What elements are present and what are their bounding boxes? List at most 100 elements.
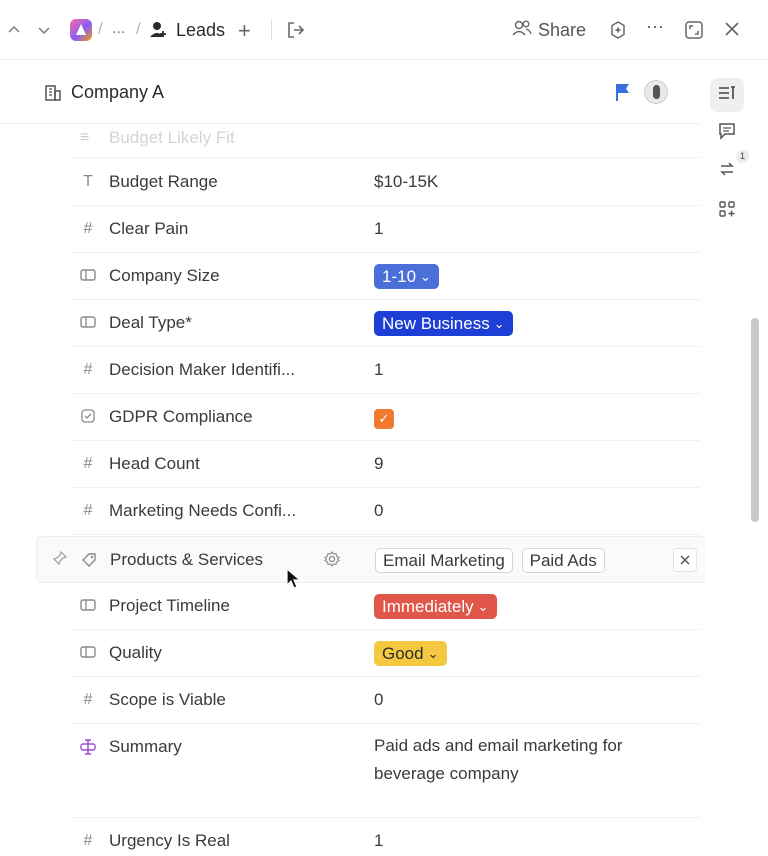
mouse-cursor-icon: [286, 567, 302, 595]
field-row-gdpr-compliance[interactable]: GDPR Compliance ✓: [72, 394, 700, 441]
field-row-decision-maker[interactable]: # Decision Maker Identifi... 1: [72, 347, 700, 394]
field-row-company-size[interactable]: Company Size 1-10 ⌄: [72, 253, 700, 300]
chevron-up-icon[interactable]: [4, 20, 24, 40]
field-value[interactable]: 1: [374, 831, 383, 851]
field-settings-gear-icon[interactable]: [324, 551, 340, 572]
field-row-deal-type[interactable]: Deal Type* New Business ⌄: [72, 300, 700, 347]
chevron-down-icon[interactable]: [34, 20, 54, 40]
expand-icon[interactable]: [684, 20, 704, 45]
pill-label: 1-10: [382, 267, 417, 286]
pill-label: Immediately: [382, 597, 474, 616]
number-icon: #: [83, 832, 93, 849]
field-name: Marketing Needs Confi...: [109, 501, 297, 520]
breadcrumb-separator: /: [98, 19, 103, 38]
field-name: Head Count: [109, 454, 200, 473]
field-value[interactable]: $10-15K: [374, 172, 438, 192]
dropdown-icon: [80, 645, 96, 661]
field-value[interactable]: Good ⌄: [374, 641, 447, 666]
custom-fields-list: ≡ Budget Likely Fit T Budget Range $10-1…: [0, 124, 705, 856]
field-value[interactable]: 1: [374, 360, 383, 380]
field-row-marketing-needs[interactable]: # Marketing Needs Confi... 0: [72, 488, 700, 535]
field-row-quality[interactable]: Quality Good ⌄: [72, 630, 700, 677]
field-row-products-services[interactable]: Products & Services Email Marketing Paid…: [36, 536, 705, 583]
field-name: Urgency Is Real: [109, 831, 230, 850]
breadcrumb-separator: /: [136, 19, 141, 38]
field-row-scope-viable[interactable]: # Scope is Viable 0: [72, 677, 700, 724]
more-options-icon[interactable]: ···: [646, 16, 664, 37]
record-header: Company A: [0, 60, 700, 124]
move-out-icon[interactable]: [286, 20, 306, 45]
priority-flag-icon[interactable]: [614, 82, 632, 107]
scrollbar-thumb[interactable]: [751, 318, 759, 522]
field-name: Project Timeline: [109, 596, 230, 615]
apps-panel-button[interactable]: [710, 194, 744, 228]
share-button[interactable]: Share: [512, 19, 586, 42]
add-apps-icon: [718, 200, 736, 223]
field-value[interactable]: 0: [374, 501, 383, 521]
deal-type-pill[interactable]: New Business ⌄: [374, 311, 513, 336]
field-row-head-count[interactable]: # Head Count 9: [72, 441, 700, 488]
field-value[interactable]: New Business ⌄: [374, 311, 513, 336]
field-name: Deal Type*: [109, 313, 192, 332]
breadcrumb-ellipsis[interactable]: ...: [112, 20, 125, 38]
field-row-clear-pain[interactable]: # Clear Pain 1: [72, 206, 700, 253]
add-icon[interactable]: +: [238, 18, 251, 44]
chevron-down-icon: ⌄: [477, 599, 489, 614]
label-tag[interactable]: Paid Ads: [521, 548, 605, 573]
dropdown-icon: [80, 315, 96, 331]
field-name: Products & Services: [110, 550, 264, 569]
details-panel-button[interactable]: [710, 78, 744, 112]
divider: [271, 20, 272, 40]
label-tag-icon: [81, 552, 97, 568]
record-title[interactable]: Company A: [71, 82, 164, 103]
pill-label: New Business: [382, 314, 490, 333]
company-size-pill[interactable]: 1-10 ⌄: [374, 264, 439, 289]
field-value[interactable]: 1: [374, 219, 383, 239]
field-name: Summary: [109, 737, 182, 756]
number-icon: #: [83, 691, 93, 708]
field-row-urgency[interactable]: # Urgency Is Real 1: [72, 818, 700, 856]
breadcrumb-current-list[interactable]: Leads: [176, 20, 225, 41]
clear-value-button[interactable]: [673, 548, 697, 572]
field-name: Budget Likely Fit: [109, 128, 235, 147]
text-icon: ≡: [80, 129, 90, 146]
gdpr-checkbox[interactable]: ✓: [374, 409, 394, 429]
chevron-down-icon: ⌄: [493, 316, 505, 331]
field-name: Budget Range: [109, 172, 218, 191]
field-name: GDPR Compliance: [109, 407, 253, 426]
summary-value[interactable]: Paid ads and email marketing for beverag…: [374, 732, 674, 788]
app-logo-icon[interactable]: [70, 19, 92, 41]
field-value[interactable]: Immediately ⌄: [374, 594, 497, 619]
pill-label: Good: [382, 644, 424, 663]
share-users-icon: [512, 19, 532, 42]
field-value[interactable]: 9: [374, 454, 383, 474]
project-timeline-pill[interactable]: Immediately ⌄: [374, 594, 497, 619]
field-value[interactable]: 1-10 ⌄: [374, 264, 439, 289]
pin-icon[interactable]: [52, 550, 68, 570]
close-icon[interactable]: [723, 20, 741, 43]
field-row-project-timeline[interactable]: Project Timeline Immediately ⌄: [72, 583, 700, 630]
field-name: Company Size: [109, 266, 220, 285]
field-value[interactable]: Email Marketing Paid Ads: [375, 548, 609, 573]
dropdown-icon: [80, 598, 96, 614]
top-bar: / ... / Leads + Share ···: [0, 0, 768, 60]
quality-pill[interactable]: Good ⌄: [374, 641, 447, 666]
chevron-down-icon: ⌄: [420, 269, 431, 284]
field-value[interactable]: 0: [374, 690, 383, 710]
activity-arrows-icon: [718, 160, 736, 183]
field-row-summary[interactable]: Summary Paid ads and email marketing for…: [72, 724, 700, 818]
label-tag[interactable]: Email Marketing: [375, 548, 513, 573]
field-row-faded: ≡ Budget Likely Fit: [72, 124, 700, 158]
assignee-avatar[interactable]: [644, 80, 668, 104]
share-label: Share: [538, 20, 587, 40]
field-row-budget-range[interactable]: T Budget Range $10-15K: [72, 159, 700, 206]
field-name: Scope is Viable: [109, 690, 226, 709]
comments-panel-button[interactable]: [710, 116, 744, 150]
ai-sparkle-icon[interactable]: [608, 20, 628, 45]
company-building-icon: [44, 84, 62, 107]
ai-summary-icon: [80, 739, 96, 755]
details-list-icon: [718, 85, 736, 106]
field-name: Clear Pain: [109, 219, 189, 238]
field-value[interactable]: ✓: [374, 407, 394, 429]
activity-panel-button[interactable]: 1: [710, 150, 749, 188]
